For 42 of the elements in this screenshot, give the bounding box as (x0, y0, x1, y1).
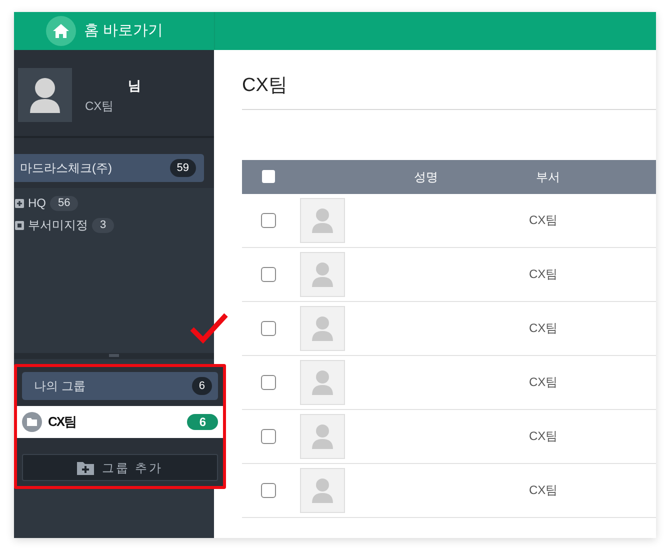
avatar-icon (300, 360, 345, 404)
expand-icon[interactable] (15, 198, 24, 208)
count-badge: 56 (50, 196, 78, 210)
table-cell-text: CX팀 (529, 266, 558, 283)
avatar-icon (300, 198, 345, 242)
department-item[interactable]: HQ (28, 194, 46, 212)
add-group-button[interactable]: 그룹 추가 (22, 454, 218, 481)
column-header: 성명 (414, 168, 438, 186)
row-checkbox[interactable] (261, 266, 276, 282)
avatar-icon (300, 252, 345, 296)
company-item[interactable]: 마드라스체크(주) 59 (14, 154, 204, 182)
folder-plus-icon (76, 460, 94, 474)
table-cell-text: CX팀 (529, 374, 558, 391)
row-checkbox[interactable] (261, 212, 276, 228)
row-checkbox[interactable] (261, 320, 276, 336)
table-cell-text: CX팀 (529, 320, 558, 337)
count-badge: 6 (192, 376, 212, 396)
row-checkbox[interactable] (261, 428, 276, 444)
count-badge: 59 (170, 158, 196, 178)
check-mark-icon (189, 312, 229, 344)
department-item[interactable]: 부서미지정 (28, 216, 88, 234)
count-badge: 3 (92, 218, 114, 232)
group-item[interactable]: CX팀 6 (17, 406, 223, 438)
avatar-icon (300, 468, 345, 512)
table-cell-text: CX팀 (529, 482, 558, 499)
avatar-icon (300, 414, 345, 458)
folder-icon (22, 412, 42, 432)
row-checkbox[interactable] (261, 482, 276, 498)
home-icon (46, 16, 76, 46)
avatar-icon (300, 306, 345, 350)
row-checkbox[interactable] (261, 374, 276, 390)
avatar-icon (18, 68, 72, 122)
column-header: 부서 (536, 168, 560, 186)
table-cell-text: CX팀 (529, 428, 558, 445)
user-name: 님 (128, 77, 141, 95)
splitter-handle[interactable] (14, 353, 214, 359)
page-title: CX팀 (242, 75, 288, 96)
table-cell-text: CX팀 (529, 212, 558, 229)
select-all-checkbox[interactable] (262, 170, 275, 183)
user-team: CX팀 (85, 98, 115, 114)
my-groups-header[interactable]: 나의 그룹 6 (22, 372, 218, 400)
count-badge: 6 (187, 414, 218, 430)
